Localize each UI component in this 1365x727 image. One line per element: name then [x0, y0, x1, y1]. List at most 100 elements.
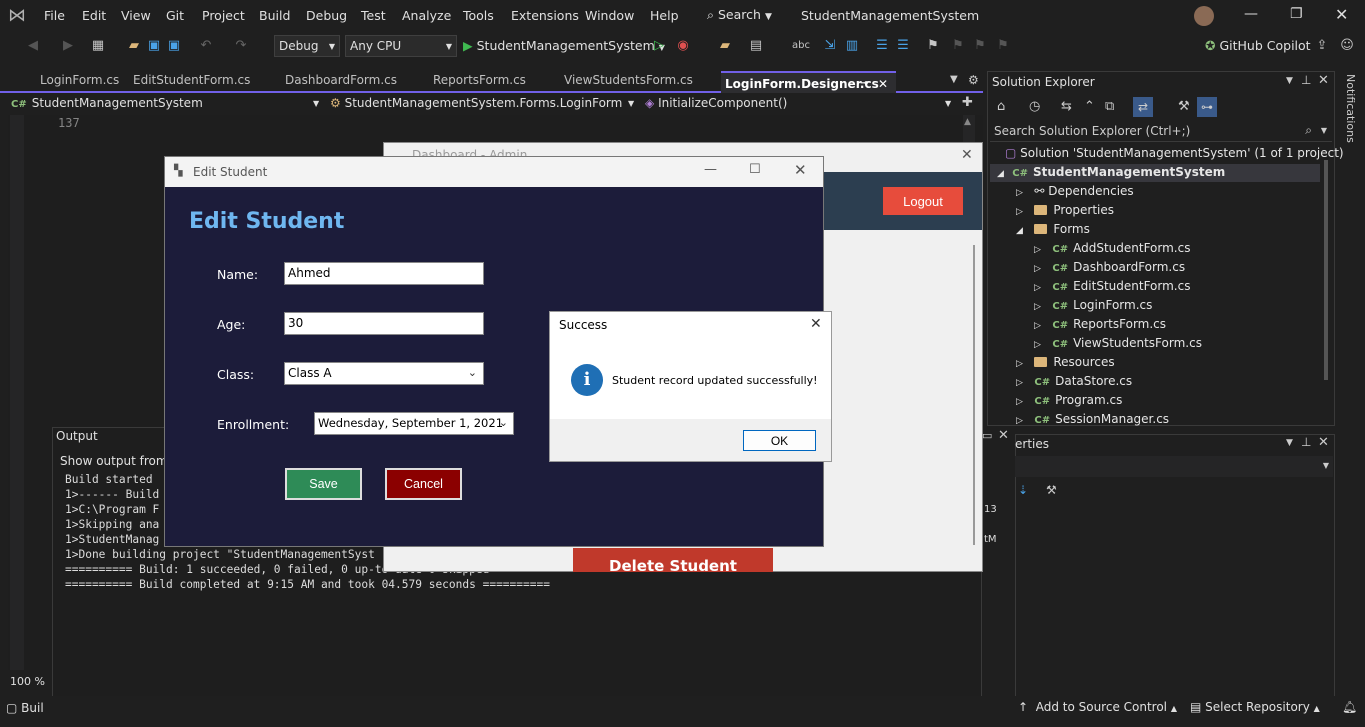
- forward-icon[interactable]: ▶: [60, 38, 76, 54]
- preview-icon[interactable]: ⊶: [1197, 97, 1217, 117]
- notification-bell-icon[interactable]: 🔔︎: [1342, 700, 1357, 714]
- maximize-icon[interactable]: ▭: [982, 429, 992, 442]
- maximize-icon[interactable]: ☐: [749, 162, 761, 177]
- menu-git[interactable]: Git: [166, 8, 184, 23]
- folder-icon[interactable]: ▰: [717, 38, 733, 54]
- menu-build[interactable]: Build: [259, 8, 290, 23]
- tab-loginform-designer[interactable]: LoginForm.Designer.cs ⊸ ✕: [721, 71, 896, 93]
- menu-tools[interactable]: Tools: [463, 8, 494, 23]
- scroll-up-icon[interactable]: ▲: [964, 117, 971, 127]
- history-icon[interactable]: ◷: [1029, 99, 1040, 114]
- bookmark-next-icon[interactable]: ⚑: [972, 38, 988, 54]
- close-icon[interactable]: ✕: [1335, 5, 1348, 24]
- age-field[interactable]: 30: [284, 312, 484, 335]
- name-field[interactable]: Ahmed: [284, 262, 484, 285]
- properties-object-select[interactable]: ▼: [1015, 456, 1333, 477]
- menu-file[interactable]: File: [44, 8, 65, 23]
- tree-item-reportsform[interactable]: ▷ C# ReportsForm.cs: [1034, 317, 1166, 331]
- close-icon[interactable]: ✕: [998, 428, 1009, 443]
- tree-item-editstudentform[interactable]: ▷ C# EditStudentForm.cs: [1034, 279, 1190, 293]
- pin-icon[interactable]: ⊸: [860, 73, 868, 95]
- tree-item-properties[interactable]: ▷ Properties: [1016, 203, 1114, 217]
- scroll-thumb[interactable]: [1324, 160, 1328, 380]
- class-select[interactable]: Class A ⌄: [284, 362, 484, 385]
- tree-item-forms[interactable]: ◢ Forms: [1016, 222, 1090, 236]
- open-icon[interactable]: ▰: [126, 38, 142, 54]
- class-nav-select[interactable]: ⚙ StudentManagementSystem.Forms.LoginFor…: [330, 96, 640, 110]
- tree-item-datastore[interactable]: ▷ C# DataStore.cs: [1016, 374, 1132, 388]
- tree-item-loginform[interactable]: ▷ C# LoginForm.cs: [1034, 298, 1152, 312]
- solution-search-input[interactable]: Search Solution Explorer (Ctrl+;) ⌕ ▼: [990, 122, 1332, 142]
- new-project-icon[interactable]: ▦: [90, 38, 106, 54]
- add-to-source-control-button[interactable]: ↑ Add to Source Control ▲: [1018, 700, 1177, 714]
- collapse-icon[interactable]: ⌃: [1084, 99, 1095, 114]
- wrench-icon[interactable]: ⚒: [1046, 483, 1057, 497]
- member-nav-select[interactable]: ◈ InitializeComponent() ▼: [645, 96, 955, 110]
- outdent-icon[interactable]: ☰: [895, 38, 911, 54]
- bookmark-icon[interactable]: ⚑: [925, 38, 941, 54]
- dashboard-scrollbar[interactable]: [970, 245, 978, 545]
- sort-icon[interactable]: ⇣: [1018, 483, 1028, 497]
- tree-item-dependencies[interactable]: ▷ ⚯ Dependencies: [1016, 184, 1134, 198]
- run-button[interactable]: ▶ StudentManagementSystem ▼: [463, 38, 665, 53]
- tab-loginform[interactable]: LoginForm.cs: [40, 73, 119, 91]
- redo-icon[interactable]: ↷: [233, 38, 249, 54]
- spellcheck-icon[interactable]: abc: [792, 38, 810, 54]
- minimize-icon[interactable]: —: [1244, 6, 1258, 22]
- menu-project[interactable]: Project: [202, 8, 245, 23]
- split-icon[interactable]: ✚: [962, 95, 973, 110]
- dropdown-icon[interactable]: ▼: [1286, 438, 1293, 448]
- save-all-icon[interactable]: ▣: [166, 38, 182, 54]
- hot-reload-icon[interactable]: ◉: [675, 38, 691, 54]
- tab-viewstudentsform[interactable]: ViewStudentsForm.cs: [564, 73, 693, 91]
- gear-icon[interactable]: ⚙: [968, 73, 979, 87]
- start-without-debug-icon[interactable]: ▷: [651, 38, 667, 54]
- menu-help[interactable]: Help: [650, 8, 679, 23]
- delete-student-button[interactable]: Delete Student: [573, 548, 773, 572]
- close-icon[interactable]: ✕: [961, 147, 973, 163]
- dropdown-icon[interactable]: ▼: [1286, 76, 1293, 86]
- menu-window[interactable]: Window: [585, 8, 634, 23]
- tab-reportsform[interactable]: ReportsForm.cs: [433, 73, 526, 91]
- avatar[interactable]: [1194, 6, 1214, 26]
- menu-debug[interactable]: Debug: [306, 8, 347, 23]
- close-tab-icon[interactable]: ✕: [878, 73, 888, 95]
- zoom-level[interactable]: 100 %: [10, 675, 45, 688]
- cancel-button[interactable]: Cancel: [385, 468, 462, 500]
- tree-project[interactable]: ◢ C# StudentManagementSystem: [997, 165, 1225, 179]
- track-icon[interactable]: ⇄: [1133, 97, 1153, 117]
- tree-item-viewstudentsform[interactable]: ▷ C# ViewStudentsForm.cs: [1034, 336, 1202, 350]
- project-nav-select[interactable]: C# StudentManagementSystem ▼: [11, 96, 321, 110]
- share-icon[interactable]: ⇪: [1314, 38, 1330, 54]
- home-icon[interactable]: ⌂: [997, 99, 1005, 114]
- configuration-select[interactable]: Debug ▼: [274, 35, 340, 57]
- logout-button[interactable]: Logout: [883, 187, 963, 215]
- copilot-button[interactable]: ✪ GitHub Copilot: [1205, 38, 1311, 53]
- tree-item-dashboardform[interactable]: ▷ C# DashboardForm.cs: [1034, 260, 1185, 274]
- layout-icon[interactable]: ▤: [748, 38, 764, 54]
- save-icon[interactable]: ▣: [146, 38, 162, 54]
- menu-view[interactable]: View: [121, 8, 151, 23]
- wrench-icon[interactable]: ⚒: [1178, 99, 1190, 114]
- scroll-thumb[interactable]: [973, 245, 975, 545]
- tab-dashboardform[interactable]: DashboardForm.cs: [285, 73, 397, 91]
- search-button[interactable]: ⌕ Search ▼: [707, 7, 772, 23]
- save-button[interactable]: Save: [285, 468, 362, 500]
- pin-icon[interactable]: ⊥: [1301, 73, 1311, 87]
- menu-edit[interactable]: Edit: [82, 8, 106, 23]
- maximize-icon[interactable]: ❐: [1290, 6, 1303, 22]
- platform-select[interactable]: Any CPU ▼: [345, 35, 457, 57]
- solution-scrollbar[interactable]: [1321, 150, 1331, 420]
- menu-analyze[interactable]: Analyze: [402, 8, 451, 23]
- minimize-icon[interactable]: —: [704, 162, 717, 177]
- tree-item-addstudentform[interactable]: ▷ C# AddStudentForm.cs: [1034, 241, 1190, 255]
- tab-editstudentform[interactable]: EditStudentForm.cs: [133, 73, 250, 91]
- tab-list-icon[interactable]: ▼: [950, 74, 958, 85]
- tree-item-sessionmanager[interactable]: ▷ C# SessionManager.cs: [1016, 412, 1169, 426]
- close-icon[interactable]: ✕: [1318, 73, 1329, 88]
- indent-icon[interactable]: ☰: [874, 38, 890, 54]
- feedback-icon[interactable]: ☺: [1339, 38, 1355, 54]
- tree-item-program[interactable]: ▷ C# Program.cs: [1016, 393, 1122, 407]
- bookmark-prev-icon[interactable]: ⚑: [950, 38, 966, 54]
- menu-extensions[interactable]: Extensions: [511, 8, 579, 23]
